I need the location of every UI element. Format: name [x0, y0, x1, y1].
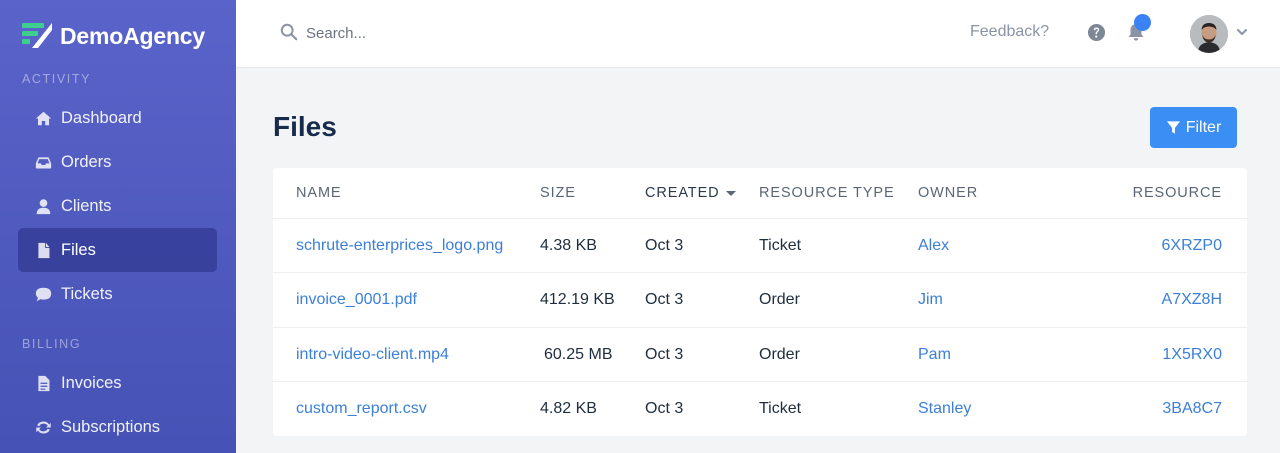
sidebar-item-invoices[interactable]: Invoices: [18, 361, 217, 405]
search-input[interactable]: [306, 20, 606, 46]
sidebar-item-subscriptions[interactable]: Subscriptions: [18, 405, 217, 449]
file-size: 4.38 KB: [540, 237, 597, 254]
file-size: 412.19 KB: [540, 291, 615, 308]
sidebar-item-tickets[interactable]: Tickets: [18, 272, 217, 316]
avatar[interactable]: [1190, 15, 1228, 53]
document-icon: [34, 374, 52, 392]
refresh-icon: [34, 418, 52, 436]
file-resource-link[interactable]: 3BA8C7: [1162, 400, 1222, 418]
table-row: schrute-enterprices_logo.png 4.38 KB Oct…: [273, 218, 1247, 272]
file-resource-link[interactable]: 1X5RX0: [1162, 346, 1222, 364]
column-header-name[interactable]: NAME: [296, 185, 342, 201]
file-size: 4.82 KB: [540, 400, 597, 417]
section-label-activity: ACTIVITY: [22, 72, 92, 86]
inbox-icon: [34, 153, 52, 171]
file-resource-type: Ticket: [759, 400, 802, 417]
avatar-image: [1190, 15, 1228, 53]
file-owner-link[interactable]: Alex: [918, 237, 949, 255]
filter-button-label: Filter: [1185, 118, 1222, 136]
table-row: invoice_0001.pdf 412.19 KB Oct 3 Order J…: [273, 272, 1247, 326]
column-header-owner[interactable]: OWNER: [918, 185, 978, 201]
file-created: Oct 3: [645, 400, 684, 417]
sidebar-item-label: Orders: [61, 152, 112, 171]
table-row: custom_report.csv 4.82 KB Oct 3 Ticket S…: [273, 381, 1247, 435]
brand[interactable]: DemoAgency: [22, 20, 205, 52]
column-header-size[interactable]: SIZE: [540, 185, 576, 201]
chat-icon: [34, 285, 52, 303]
file-resource-type: Order: [759, 346, 800, 363]
brand-logo-icon: [22, 23, 52, 48]
file-owner-link[interactable]: Jim: [918, 291, 943, 309]
feedback-link[interactable]: Feedback?: [970, 23, 1049, 41]
chevron-down-icon[interactable]: [1236, 26, 1248, 38]
file-icon: [34, 241, 52, 259]
column-header-created-label: CREATED: [645, 185, 720, 201]
sidebar-item-clients[interactable]: Clients: [18, 184, 217, 228]
filter-button[interactable]: Filter: [1150, 107, 1237, 148]
sidebar-item-dashboard[interactable]: Dashboard: [18, 96, 217, 140]
sidebar-item-label: Dashboard: [61, 108, 142, 127]
column-header-resource-type[interactable]: RESOURCE TYPE: [759, 185, 895, 201]
file-created: Oct 3: [645, 346, 684, 363]
file-resource-link[interactable]: A7XZ8H: [1162, 291, 1222, 309]
file-name-link[interactable]: invoice_0001.pdf: [296, 291, 417, 309]
section-label-billing: BILLING: [22, 337, 82, 351]
sidebar-item-label: Invoices: [61, 373, 122, 392]
home-icon: [34, 109, 52, 127]
sort-caret-icon: [725, 190, 736, 196]
sidebar-item-label: Tickets: [61, 284, 113, 303]
user-icon: [34, 197, 52, 215]
file-resource-link[interactable]: 6XRZP0: [1162, 237, 1222, 255]
column-header-created[interactable]: CREATED: [645, 185, 736, 201]
file-owner-link[interactable]: Stanley: [918, 400, 971, 418]
file-resource-type: Ticket: [759, 237, 802, 254]
table-row: intro-video-client.mp4 60.25 MB Oct 3 Or…: [273, 327, 1247, 381]
search-icon: [280, 23, 298, 41]
file-created: Oct 3: [645, 237, 684, 254]
brand-name: DemoAgency: [60, 22, 205, 49]
file-name-link[interactable]: schrute-enterprices_logo.png: [296, 237, 503, 255]
file-owner-link[interactable]: Pam: [918, 346, 951, 364]
sidebar: DemoAgency ACTIVITY Dashboard Orders Cli…: [0, 0, 236, 453]
column-header-resource[interactable]: RESOURCE: [1133, 185, 1222, 201]
app: DemoAgency ACTIVITY Dashboard Orders Cli…: [0, 0, 1280, 453]
file-name-link[interactable]: intro-video-client.mp4: [296, 346, 449, 364]
sidebar-item-label: Subscriptions: [61, 417, 161, 436]
file-created: Oct 3: [645, 291, 684, 308]
file-size: 60.25 MB: [544, 346, 613, 363]
file-name-link[interactable]: custom_report.csv: [296, 400, 427, 418]
page-title: Files: [273, 111, 337, 142]
sidebar-item-label: Files: [61, 240, 96, 259]
sidebar-item-orders[interactable]: Orders: [18, 140, 217, 184]
topbar: Feedback?: [236, 0, 1280, 68]
sidebar-item-label: Clients: [61, 196, 112, 215]
help-icon[interactable]: [1087, 23, 1106, 42]
file-resource-type: Order: [759, 291, 800, 308]
sidebar-item-files[interactable]: Files: [18, 228, 217, 272]
filter-icon: [1166, 121, 1180, 134]
files-table: NAME SIZE CREATED RESOURCE TYPE OWNER RE…: [273, 168, 1247, 436]
notification-badge: [1134, 14, 1151, 31]
